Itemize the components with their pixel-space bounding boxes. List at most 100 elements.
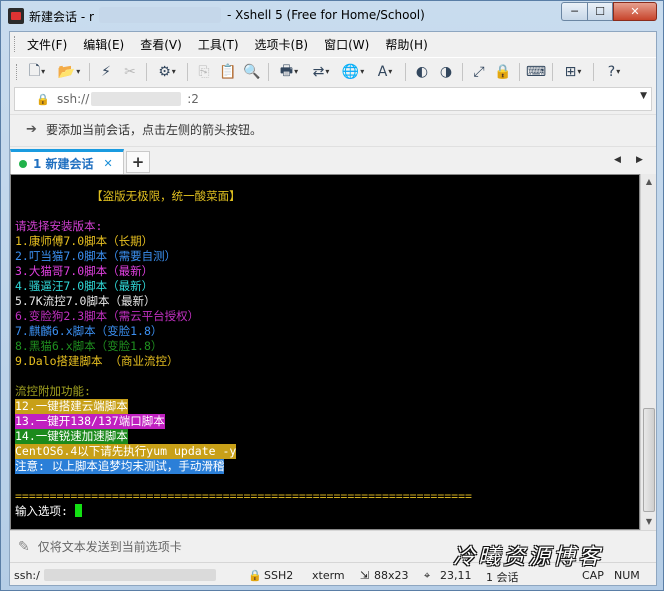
copy-icon[interactable]: ⎘ (192, 62, 216, 82)
window-title-right: - Xshell 5 (Free for Home/School) (227, 8, 425, 22)
terminal-line: 2.叮当猫7.0脚本（需要自测） (15, 249, 177, 263)
terminal-line: 4.骚逼汪7.0脚本（最新） (15, 279, 154, 293)
address-value: ssh:// (57, 92, 90, 106)
fullscreen-icon[interactable]: ⤢ (467, 62, 491, 82)
xshell-app-icon (8, 8, 24, 24)
terminal-scrollbar[interactable]: ▲ ▼ (640, 174, 656, 530)
redacted-title-region (99, 7, 221, 23)
terminal-line: 8.黑猫6.x脚本（变脸1.8） (15, 339, 163, 353)
redacted-address (91, 92, 182, 106)
tab-prev-icon[interactable]: ◀ (614, 155, 621, 165)
open-folder-icon[interactable]: 📂 (53, 62, 85, 82)
status-num: NUM (614, 569, 640, 582)
menu-window[interactable]: 窗口(W) (316, 36, 377, 53)
menu-tools[interactable]: 工具(T) (190, 36, 247, 53)
maximize-button[interactable]: ☐ (587, 2, 613, 21)
toolbar-separator (462, 62, 463, 81)
terminal-line: 14.一键锐速加速脚本 (15, 429, 128, 444)
add-session-arrow-icon[interactable]: ➔ (26, 122, 42, 137)
new-session-icon[interactable]: 🗋 (21, 62, 53, 82)
status-protocol: SSH2 (264, 569, 294, 582)
xshell-window: 新建会话 - r - Xshell 5 (Free for Home/Schoo… (0, 0, 664, 591)
new-tab-button[interactable]: + (126, 151, 150, 173)
terminal-line: 输入选项: (15, 504, 82, 519)
send-text-placeholder: 仅将文本发送到当前选项卡 (37, 540, 182, 554)
font-icon[interactable]: A (369, 62, 401, 82)
find-icon[interactable]: 🔍 (240, 62, 264, 82)
title-bar[interactable]: 新建会话 - r - Xshell 5 (Free for Home/Schoo… (1, 1, 663, 31)
padlock-icon: 🔒 (36, 92, 50, 106)
lock-icon[interactable]: 🔒 (491, 62, 515, 82)
disconnect-icon[interactable]: ✂ (118, 62, 142, 82)
toolbar-separator (405, 62, 406, 81)
terminal-line: 6.变脸狗2.3脚本（需云平台授权） (15, 309, 200, 323)
keyboard-icon[interactable]: ⌨ (524, 62, 548, 82)
hint-text: 要添加当前会话，点击左侧的箭头按钮。 (46, 123, 263, 137)
client-area: 文件(F) 编辑(E) 查看(V) 工具(T) 选项卡(B) 窗口(W) 帮助(… (9, 31, 657, 586)
menu-help[interactable]: 帮助(H) (377, 36, 435, 53)
xftp-icon[interactable]: ◐ (410, 62, 434, 82)
reconnect-icon[interactable]: ⚡ (94, 62, 118, 82)
status-size-icon: ⇲ (360, 569, 370, 582)
tab-next-icon[interactable]: ▶ (636, 155, 643, 165)
terminal-line: 9.Dalo搭建脚本 （商业流控） (15, 354, 179, 368)
toolbar: 🗋 📂 ⚡ ✂ ⚙ ⎘ 📋 🔍 🖶 ⇄ 🌐 A ◐ ◑ ⤢ 🔒 ⌨ ⊞ (10, 57, 656, 85)
terminal-line: 12.一键搭建云端脚本 (15, 399, 128, 414)
transfer-icon[interactable]: ⇄ (305, 62, 337, 82)
terminal-line: 7.麒麟6.x脚本（变脸1.8） (15, 324, 163, 338)
status-connection: ssh:/ (14, 569, 40, 582)
tab-label: 1 新建会话 (33, 157, 94, 171)
terminal-line: 1.康师傅7.0脚本（长期） (15, 234, 154, 248)
toolbar-separator (89, 62, 90, 81)
toolbar-separator (519, 62, 520, 81)
status-cursor-icon: ⌖ (424, 569, 431, 582)
address-bar[interactable]: 🔒 ssh:// :2 ▼ (14, 87, 652, 111)
menu-bar: 文件(F) 编辑(E) 查看(V) 工具(T) 选项卡(B) 窗口(W) 帮助(… (10, 32, 656, 56)
scroll-thumb[interactable] (643, 408, 655, 512)
compose-icon: ✎ (18, 538, 30, 555)
help-icon[interactable]: ? (598, 62, 630, 82)
tab-session-1[interactable]: 1 新建会话 ✕ (10, 149, 124, 175)
watermark: 冷曦资源博客 (453, 545, 604, 570)
redacted-connection (44, 569, 216, 581)
menu-file[interactable]: 文件(F) (19, 36, 75, 53)
toolbar-grip[interactable] (16, 63, 19, 80)
globe-icon[interactable]: 🌐 (337, 62, 369, 82)
minimize-button[interactable]: ─ (561, 2, 587, 21)
tab-close-icon[interactable]: ✕ (104, 157, 113, 170)
terminal-line: 注意: 以上脚本追梦均未测试，手动滑稽 (15, 459, 225, 474)
address-dropdown-icon[interactable]: ▼ (640, 91, 647, 101)
print-icon[interactable]: 🖶 (273, 62, 305, 82)
tab-bar: 1 新建会话 ✕ + ◀ ▶ (10, 146, 656, 175)
add-icon[interactable]: ⊞ (557, 62, 589, 82)
toolbar-separator (593, 62, 594, 81)
status-terminal-type: xterm (312, 569, 345, 582)
terminal-line: CentOS6.4以下请先执行yum update -y (15, 444, 237, 459)
terminal-line: 3.大猫哥7.0脚本（最新） (15, 264, 154, 278)
terminal-line: ========================================… (15, 489, 472, 503)
menu-edit[interactable]: 编辑(E) (75, 36, 132, 53)
terminal-line: 13.一键开138/137端口脚本 (15, 414, 165, 429)
close-button[interactable]: ✕ (613, 2, 657, 21)
paste-icon[interactable]: 📋 (216, 62, 240, 82)
address-tail: :2 (187, 92, 199, 106)
scroll-down-icon[interactable]: ▼ (641, 514, 657, 530)
toolbar-separator (268, 62, 269, 81)
terminal-output[interactable]: 【盗版无极限，统一酸菜面】 请选择安装版本: 1.康师傅7.0脚本（长期） 2.叮当猫… (10, 174, 640, 530)
status-size: 88x23 (374, 569, 409, 582)
terminal-cursor (74, 504, 82, 517)
menu-tab[interactable]: 选项卡(B) (247, 36, 317, 53)
toolbar-separator (552, 62, 553, 81)
menu-view[interactable]: 查看(V) (132, 36, 190, 53)
terminal-line: 【盗版无极限，统一酸菜面】 (15, 189, 241, 203)
properties-icon[interactable]: ⚙ (151, 62, 183, 82)
session-hint-bar: ➔ 要添加当前会话，点击左侧的箭头按钮。 (10, 114, 656, 144)
script-icon[interactable]: ◑ (434, 62, 458, 82)
status-lock-icon: 🔒 (248, 569, 262, 582)
menu-grip[interactable] (14, 36, 17, 52)
connected-status-icon (19, 159, 27, 168)
scroll-up-icon[interactable]: ▲ (641, 174, 657, 190)
status-sessions: 1 会话 (486, 571, 519, 584)
terminal-line: 5.7K流控7.0脚本（最新） (15, 294, 156, 308)
terminal-line: 流控附加功能: (15, 384, 91, 398)
